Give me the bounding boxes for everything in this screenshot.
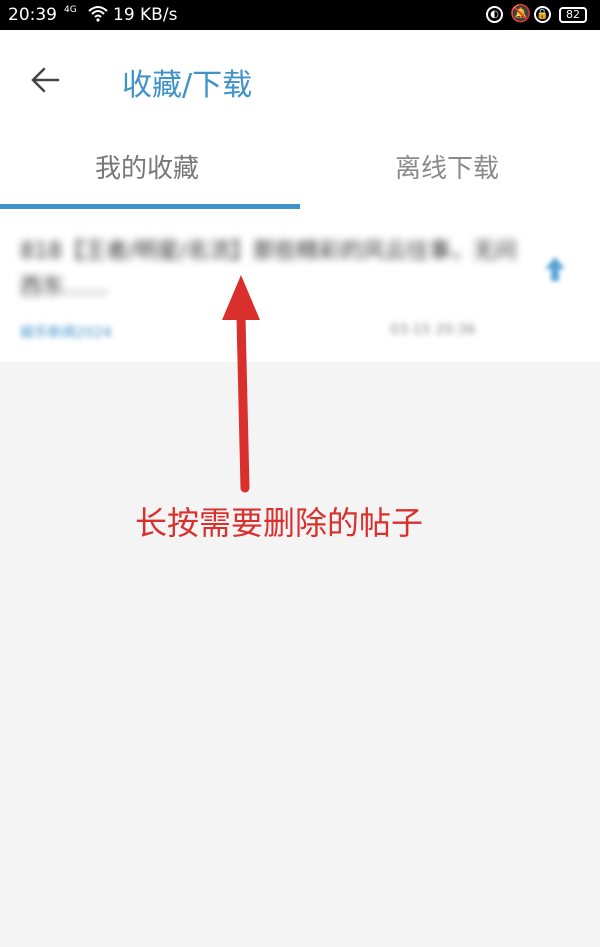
red-arrow-annotation — [222, 275, 260, 493]
annotation-text: 长按需要删除的帖子 — [135, 504, 424, 542]
